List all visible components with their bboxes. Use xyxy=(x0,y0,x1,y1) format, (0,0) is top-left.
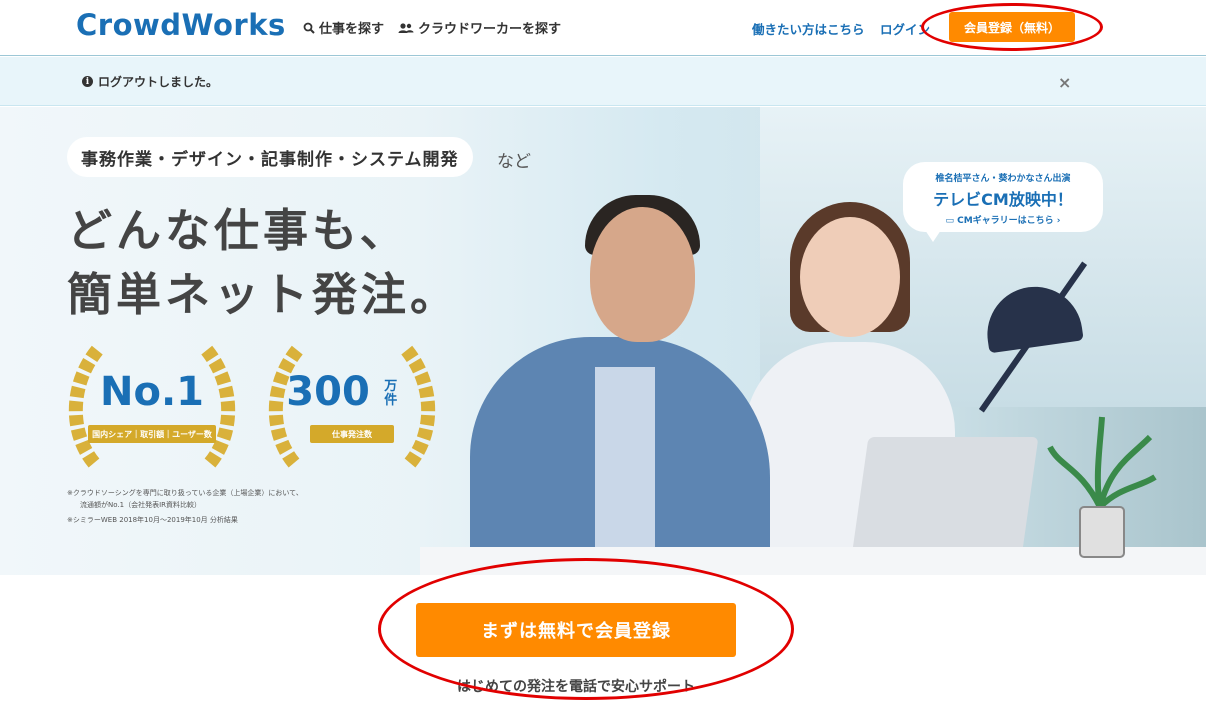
hero-banner: 事務作業・デザイン・記事制作・システム開発 など どんな仕事も、 簡単ネット発注… xyxy=(0,107,1206,575)
award1-sub: 国内シェア｜取引額｜ユーザー数 xyxy=(92,430,212,439)
work-link[interactable]: 働きたい方はこちら xyxy=(752,19,865,38)
logout-notice: i ログアウトしました。 xyxy=(0,57,1206,106)
award2-sub: 仕事発注数 xyxy=(332,430,372,439)
phone-support-text: はじめての発注を電話で安心サポート xyxy=(457,679,695,695)
award2-unit: 万件 xyxy=(384,379,398,408)
footnote-1: ※クラウドソーシングを専門に取り扱っている企業（上場企業）において、 xyxy=(67,489,303,497)
woman-face xyxy=(800,217,900,337)
award-300: 300 万件 仕事発注数 xyxy=(264,343,440,473)
tv-cast: 椎名桔平さん・葵わかなさん出演 xyxy=(935,174,1071,184)
headline-line2: 簡単ネット発注。 xyxy=(67,268,460,321)
signup-button[interactable]: 会員登録（無料） xyxy=(949,12,1075,42)
tv-title: テレビCM放映中！ xyxy=(933,190,1073,209)
login-link[interactable]: ログイン xyxy=(880,19,930,38)
footnote-3: ※シミラーWEB 2018年10月〜2019年10月 分析結果 xyxy=(67,516,238,524)
users-icon xyxy=(398,22,414,34)
close-icon[interactable]: × xyxy=(1058,73,1071,92)
man-shirt xyxy=(595,367,655,575)
search-icon xyxy=(303,22,315,34)
tv-icon: ▭ xyxy=(945,216,958,226)
tv-gallery-link[interactable]: ▭ CMギャラリーはこちら › xyxy=(903,213,1103,226)
tv-cm-bubble[interactable]: 椎名桔平さん・葵わかなさん出演 テレビCM放映中！ ▭ CMギャラリーはこちら … xyxy=(903,162,1103,242)
award2-main: 300 xyxy=(286,369,370,415)
service-tag: 事務作業・デザイン・記事制作・システム開発 xyxy=(67,137,473,177)
crowdworks-logo[interactable]: CrowdWorks xyxy=(76,8,286,42)
plant-icon xyxy=(1047,416,1157,558)
info-icon: i xyxy=(82,76,93,87)
headline-line1: どんな仕事も、 xyxy=(67,204,409,257)
man-face xyxy=(590,207,695,342)
nav-find-jobs[interactable]: 仕事を探す xyxy=(303,18,384,37)
hero-headline: どんな仕事も、 簡単ネット発注。 xyxy=(67,199,459,327)
nav-find-workers-label: クラウドワーカーを探す xyxy=(418,22,562,37)
footnote-2: 流通額がNo.1（会社発表IR資料比較） xyxy=(80,501,202,509)
notice-message: ログアウトしました。 xyxy=(98,75,219,89)
laptop xyxy=(851,437,1039,557)
nav-find-workers[interactable]: クラウドワーカーを探す xyxy=(398,18,561,37)
service-tag-suffix: など xyxy=(497,152,531,172)
nav-find-jobs-label: 仕事を探す xyxy=(319,22,385,37)
award1-main: No.1 xyxy=(100,369,204,415)
free-signup-button[interactable]: まずは無料で会員登録 xyxy=(416,603,736,657)
award-no1: No.1 国内シェア｜取引額｜ユーザー数 xyxy=(64,343,240,473)
site-header: CrowdWorks 仕事を探す クラウドワーカーを探す 働きたい方はこちら ロ… xyxy=(0,0,1206,56)
